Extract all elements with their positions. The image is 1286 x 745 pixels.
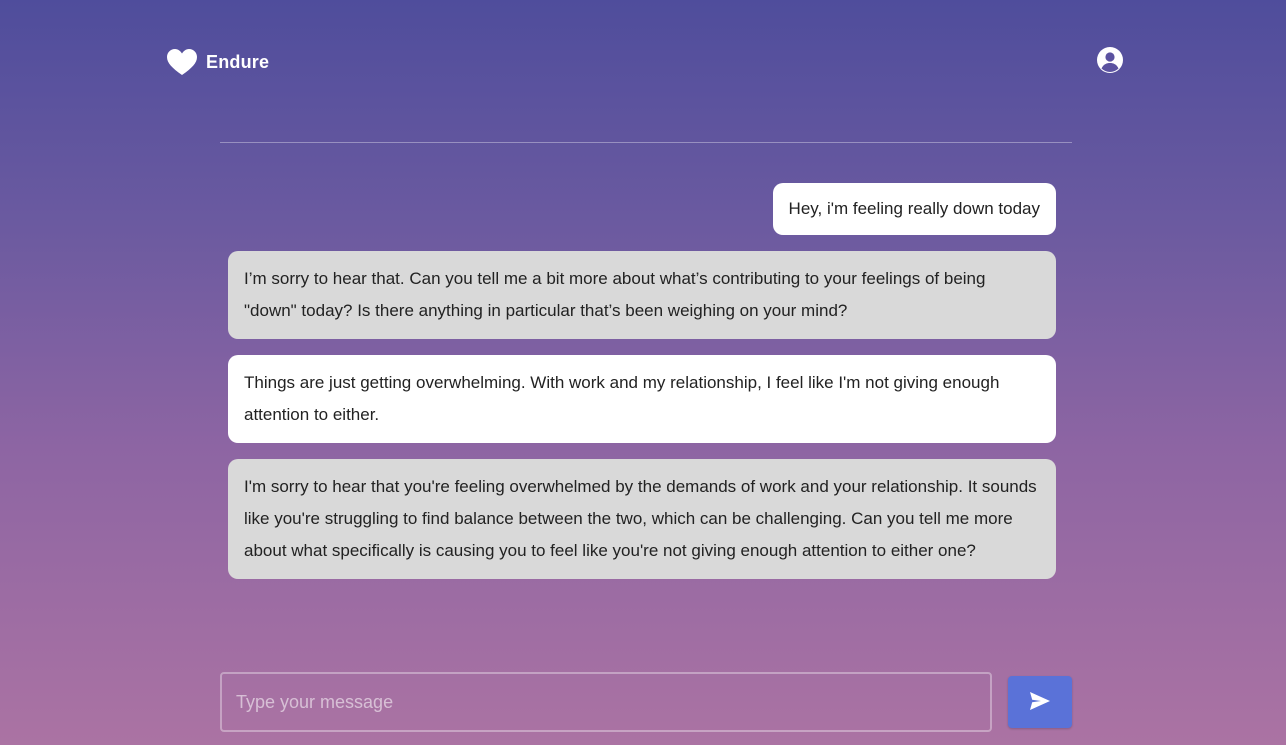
- message-composer: [220, 672, 1072, 732]
- brand-link[interactable]: Endure: [166, 46, 269, 78]
- message-user: Hey, i'm feeling really down today: [772, 183, 1056, 235]
- chat-thread: Hey, i'm feeling really down today I’m s…: [228, 183, 1056, 579]
- send-icon: [1029, 691, 1051, 714]
- heart-icon: [166, 46, 198, 78]
- profile-button[interactable]: [1096, 46, 1124, 79]
- brand-name: Endure: [206, 51, 270, 72]
- message-user: Things are just getting overwhelming. Wi…: [228, 355, 1056, 443]
- message-input[interactable]: [220, 672, 992, 732]
- message-assistant: I’m sorry to hear that. Can you tell me …: [228, 251, 1056, 339]
- user-circle-icon: [1096, 46, 1124, 79]
- app-header: Endure: [166, 46, 1124, 78]
- header-divider: [220, 142, 1072, 143]
- send-button[interactable]: [1008, 676, 1072, 728]
- message-assistant: I'm sorry to hear that you're feeling ov…: [228, 459, 1056, 579]
